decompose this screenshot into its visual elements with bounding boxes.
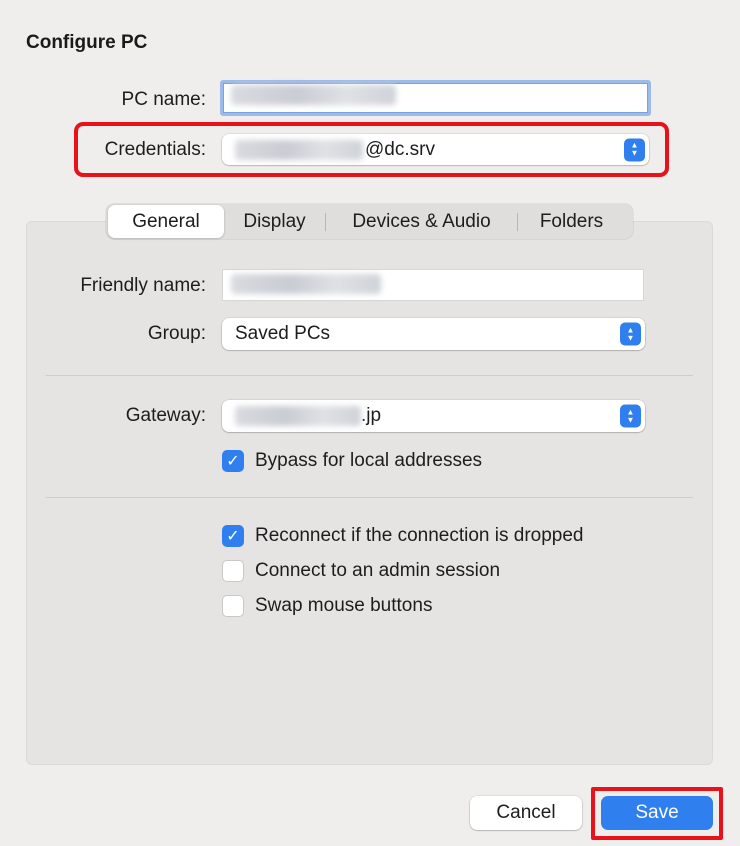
checkmark-icon: ✓: [226, 528, 240, 545]
dialog-title: Configure PC: [26, 32, 148, 53]
tab-devices-audio[interactable]: Devices & Audio: [326, 205, 517, 238]
bypass-local-label: Bypass for local addresses: [255, 450, 483, 471]
reconnect-label: Reconnect if the connection is dropped: [255, 525, 584, 546]
credentials-redacted-user: [235, 139, 363, 160]
settings-panel: [26, 221, 713, 765]
tab-bar: General Display Devices & Audio Folders: [106, 204, 633, 239]
section-divider: [46, 375, 693, 376]
up-down-chevron-icon: ▲ ▼: [624, 138, 645, 161]
admin-session-option[interactable]: Connect to an admin session: [222, 560, 500, 582]
up-down-chevron-icon: ▲ ▼: [620, 404, 641, 428]
admin-session-label: Connect to an admin session: [255, 560, 501, 581]
credentials-label: Credentials:: [104, 139, 206, 160]
gateway-label: Gateway:: [125, 405, 206, 426]
friendly-name-field[interactable]: [222, 269, 644, 301]
tab-general[interactable]: General: [108, 205, 224, 238]
up-down-chevron-icon: ▲ ▼: [620, 322, 641, 346]
cancel-button[interactable]: Cancel: [470, 796, 582, 830]
swap-mouse-label: Swap mouse buttons: [255, 595, 433, 616]
gateway-domain: .jp: [361, 405, 382, 426]
pc-name-redacted-value: [231, 84, 396, 105]
credentials-popup[interactable]: @dc.srv ▲ ▼: [222, 134, 649, 165]
bypass-local-option[interactable]: ✓ Bypass for local addresses: [222, 450, 482, 472]
gateway-popup[interactable]: .jp ▲ ▼: [222, 400, 645, 432]
reconnect-checkbox[interactable]: ✓: [222, 525, 244, 547]
bypass-local-checkbox[interactable]: ✓: [222, 450, 244, 472]
pc-name-field[interactable]: [220, 80, 651, 116]
swap-mouse-option[interactable]: Swap mouse buttons: [222, 595, 432, 617]
admin-session-checkbox[interactable]: [222, 560, 244, 582]
section-divider: [46, 497, 693, 498]
group-value: Saved PCs: [235, 323, 331, 344]
gateway-redacted-host: [235, 406, 361, 426]
checkmark-icon: ✓: [226, 453, 240, 470]
friendly-name-label: Friendly name:: [80, 275, 206, 296]
friendly-name-redacted-value: [231, 273, 381, 294]
pc-name-label: PC name:: [121, 89, 206, 110]
group-label: Group:: [147, 323, 206, 344]
tab-folders[interactable]: Folders: [518, 205, 625, 238]
swap-mouse-checkbox[interactable]: [222, 595, 244, 617]
tab-display[interactable]: Display: [224, 205, 325, 238]
credentials-domain: @dc.srv: [365, 138, 435, 160]
reconnect-option[interactable]: ✓ Reconnect if the connection is dropped: [222, 525, 584, 547]
group-popup[interactable]: Saved PCs ▲ ▼: [222, 318, 645, 350]
save-button[interactable]: Save: [601, 796, 713, 830]
